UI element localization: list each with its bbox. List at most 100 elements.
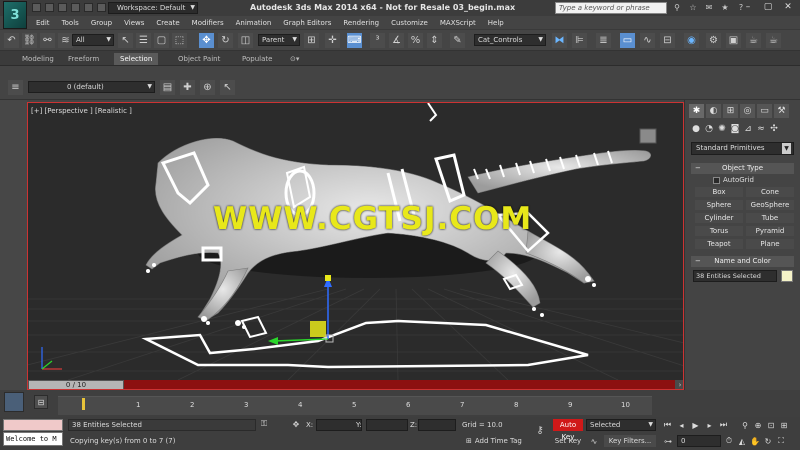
search-input[interactable]: Type a keyword or phrase	[555, 2, 667, 14]
menu-customize[interactable]: Customize	[385, 19, 434, 27]
tab-populate[interactable]: Populate	[236, 53, 278, 65]
time-slider[interactable]: 0 / 10 ›	[28, 380, 683, 389]
menu-tools[interactable]: Tools	[56, 19, 85, 27]
display-tab-icon[interactable]: ▭	[757, 104, 772, 118]
time-configuration-icon[interactable]: ⏱	[724, 435, 734, 447]
layers-icon[interactable]: ≡	[8, 80, 23, 95]
shapes-icon[interactable]: ◔	[704, 124, 714, 134]
cone-button[interactable]: Cone	[746, 187, 794, 197]
teapot-button[interactable]: Teapot	[695, 239, 743, 249]
edit-named-selection-icon[interactable]: ✎	[450, 33, 465, 48]
snaps-toggle-icon[interactable]: ³	[370, 33, 385, 48]
modify-tab-icon[interactable]: ◐	[706, 104, 721, 118]
systems-icon[interactable]: ✣	[769, 124, 779, 134]
space-warps-icon[interactable]: ≈	[756, 124, 766, 134]
set-key-button[interactable]: Set Key	[553, 435, 583, 447]
key-mode-toggle-icon[interactable]: ⊶	[662, 435, 674, 447]
undo-icon[interactable]	[71, 3, 80, 12]
render-iterative-icon[interactable]: ☕	[766, 33, 781, 48]
layer-manager-icon[interactable]: ≣	[596, 33, 611, 48]
autogrid-checkbox[interactable]	[713, 176, 720, 184]
rectangular-selection-icon[interactable]: ▢	[154, 33, 169, 48]
name-and-color-rollout[interactable]: − Name and Color	[691, 256, 794, 267]
key-filters-button[interactable]: Key Filters...	[604, 435, 656, 447]
keyboard-shortcut-override-icon[interactable]: ⌨	[347, 33, 362, 48]
select-scale-icon[interactable]: ◫	[238, 33, 253, 48]
render-production-icon[interactable]: ☕	[746, 33, 761, 48]
align-icon[interactable]: ⊫	[572, 33, 587, 48]
tab-object-paint[interactable]: Object Paint	[172, 53, 226, 65]
play-icon[interactable]: ▶	[690, 420, 701, 430]
key-mode-icon[interactable]: ∿	[588, 435, 600, 447]
previous-frame-icon[interactable]: ◂	[676, 420, 687, 430]
render-setup-icon[interactable]: ⚙	[706, 33, 721, 48]
menu-edit[interactable]: Edit	[30, 19, 56, 27]
select-in-layer-icon[interactable]: ↖	[220, 80, 235, 95]
tab-freeform[interactable]: Freeform	[62, 53, 105, 65]
geometry-icon[interactable]: ●	[691, 124, 701, 134]
next-frame-icon[interactable]: ›	[675, 380, 683, 389]
object-color-swatch[interactable]	[781, 270, 793, 282]
menu-create[interactable]: Create	[150, 19, 185, 27]
ribbon-options-icon[interactable]: ⊙▾	[284, 53, 305, 65]
menu-rendering[interactable]: Rendering	[337, 19, 385, 27]
material-editor-icon[interactable]: ◉	[684, 33, 699, 48]
percent-snap-icon[interactable]: %	[408, 33, 423, 48]
menu-maxscript[interactable]: MAXScript	[434, 19, 482, 27]
current-frame-field[interactable]: 0	[677, 435, 721, 447]
window-crossing-icon[interactable]: ⬚	[172, 33, 187, 48]
zoom-extents-all-icon[interactable]: ⊞	[779, 420, 789, 430]
object-name-field[interactable]: 38 Entities Selected	[693, 270, 777, 282]
autogrid-option[interactable]: AutoGrid	[713, 176, 754, 184]
layer-properties-icon[interactable]: ▤	[160, 80, 175, 95]
save-file-icon[interactable]	[58, 3, 67, 12]
viewport-label[interactable]: [+] [Perspective ] [Realistic ]	[31, 107, 132, 115]
set-key-icon[interactable]: ⚷	[533, 423, 547, 437]
workspace-dropdown[interactable]: Workspace: Default ▼	[108, 2, 198, 14]
tube-button[interactable]: Tube	[746, 213, 794, 223]
mirror-icon[interactable]: ⧓	[552, 33, 567, 48]
create-layer-icon[interactable]: ✚	[180, 80, 195, 95]
app-logo-icon[interactable]: 3	[3, 1, 27, 29]
create-tab-icon[interactable]: ✱	[689, 104, 704, 118]
bind-space-warp-icon[interactable]: ≋	[58, 33, 73, 48]
z-coord-field[interactable]	[418, 419, 456, 431]
rendered-frame-window-icon[interactable]: ▣	[726, 33, 741, 48]
select-object-icon[interactable]: ↖	[118, 33, 133, 48]
open-file-icon[interactable]	[45, 3, 54, 12]
zoom-icon[interactable]: ⚲	[740, 420, 750, 430]
menu-modifiers[interactable]: Modifiers	[186, 19, 230, 27]
current-layer-dropdown[interactable]: 0 (default) ▼	[28, 81, 155, 93]
tab-modeling[interactable]: Modeling	[16, 53, 60, 65]
mini-curve-editor-icon[interactable]	[4, 392, 24, 412]
favorites-icon[interactable]: ★	[720, 2, 730, 12]
new-file-icon[interactable]	[32, 3, 41, 12]
time-slider-thumb[interactable]: 0 / 10	[28, 380, 124, 389]
project-folder-icon[interactable]	[97, 3, 106, 12]
menu-graph-editors[interactable]: Graph Editors	[277, 19, 337, 27]
dope-sheet-icon[interactable]: ⊟	[34, 395, 48, 409]
menu-group[interactable]: Group	[85, 19, 118, 27]
torus-button[interactable]: Torus	[695, 226, 743, 236]
menu-help[interactable]: Help	[482, 19, 510, 27]
pan-icon[interactable]: ✋	[750, 435, 760, 447]
box-button[interactable]: Box	[695, 187, 743, 197]
viewport-scene[interactable]	[28, 103, 684, 380]
pyramid-button[interactable]: Pyramid	[746, 226, 794, 236]
reference-coordinate-dropdown[interactable]: Parent ▼	[258, 34, 300, 46]
subscription-icon[interactable]: ☆	[688, 2, 698, 12]
orbit-icon[interactable]: ↻	[763, 435, 773, 447]
lights-icon[interactable]: ✺	[717, 124, 727, 134]
communication-icon[interactable]: ✉	[704, 2, 714, 12]
sphere-button[interactable]: Sphere	[695, 200, 743, 210]
frame-timeline[interactable]: 1 2 3 4 5 6 7 8 9 10	[58, 396, 652, 415]
geosphere-button[interactable]: GeoSphere	[746, 200, 794, 210]
lock-selection-icon[interactable]: ⚿	[258, 418, 270, 430]
zoom-all-icon[interactable]: ⊕	[753, 420, 763, 430]
select-rotate-icon[interactable]: ↻	[218, 33, 233, 48]
selection-filter-dropdown[interactable]: All ▼	[72, 34, 114, 46]
undo-icon[interactable]: ↶	[4, 33, 19, 48]
curve-editor-icon[interactable]: ∿	[640, 33, 655, 48]
select-by-name-icon[interactable]: ☰	[136, 33, 151, 48]
schematic-view-icon[interactable]: ⊟	[660, 33, 675, 48]
